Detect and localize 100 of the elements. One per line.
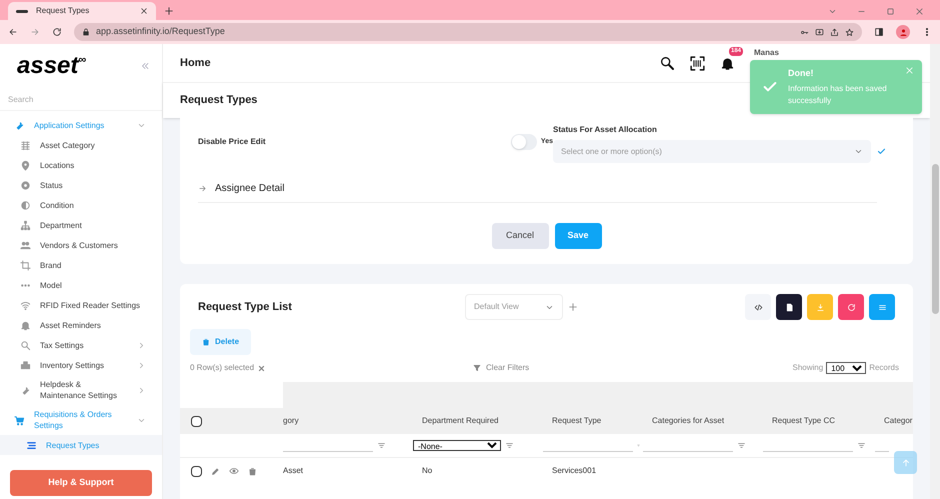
nav-item[interactable]: Brand <box>0 255 162 275</box>
chevron-down-icon <box>828 7 837 16</box>
document-button[interactable] <box>776 294 802 320</box>
install-icon <box>815 28 824 36</box>
back-arrow-icon <box>8 27 18 37</box>
filter-icon <box>473 364 482 372</box>
browser-tab[interactable]: Request Types <box>8 2 156 20</box>
trash-icon[interactable] <box>248 466 257 476</box>
toast-message: Information has been saved successfully <box>788 83 888 108</box>
nav-item[interactable]: Locations <box>0 155 162 175</box>
logo-mark: ∞ <box>78 53 86 66</box>
bell-icon[interactable] <box>720 56 735 70</box>
column-header[interactable]: Department Required <box>410 415 540 427</box>
favicon-icon <box>16 10 28 12</box>
hierarchy-icon <box>20 220 31 230</box>
grid-icon <box>20 140 31 150</box>
column-header[interactable]: Categories for Asset <box>640 415 760 427</box>
bell-icon <box>20 320 31 330</box>
nav-item[interactable]: Asset Reminders <box>0 315 162 335</box>
boxes-icon <box>20 360 31 370</box>
filter-icon[interactable] <box>857 441 866 450</box>
arrow-up-icon <box>900 458 910 468</box>
crop-icon <box>20 260 31 270</box>
chevron-down-icon <box>854 147 863 156</box>
select-all-checkbox[interactable] <box>191 416 202 426</box>
filter-icon[interactable] <box>737 441 746 450</box>
forward-arrow-icon <box>30 27 40 37</box>
person-icon <box>898 28 908 36</box>
plus-icon <box>568 302 578 312</box>
section-header[interactable]: Assignee Detail <box>198 181 877 203</box>
table-cell: Services001 <box>552 466 596 475</box>
wifi-icon <box>20 300 31 310</box>
nav-item[interactable]: RFID Fixed Reader Settings <box>0 295 162 315</box>
filter-settings-button[interactable] <box>869 294 895 320</box>
users-icon <box>20 240 31 250</box>
table-cell: No <box>422 466 432 475</box>
column-header[interactable]: Categor <box>872 415 912 427</box>
page-size-select[interactable]: 100 <box>826 362 866 374</box>
column-header[interactable]: Request Type CC <box>760 415 872 427</box>
barcode-scan-icon[interactable] <box>689 54 706 72</box>
side-panel-icon <box>874 27 884 37</box>
showing-label: Showing <box>792 362 824 374</box>
share-icon <box>830 28 839 36</box>
url-text: app.assetinfinity.io/RequestType <box>96 25 226 38</box>
search-icon[interactable] <box>659 55 675 71</box>
nav-item[interactable]: Condition <box>0 195 162 215</box>
cart-icon <box>14 414 25 426</box>
nav-item[interactable]: Asset Category <box>0 135 162 155</box>
collapse-icon[interactable] <box>140 61 150 71</box>
page-title: Request Types <box>180 93 258 108</box>
nav-item[interactable]: Status <box>0 175 162 195</box>
filter-icon[interactable] <box>377 441 386 450</box>
row-checkbox[interactable] <box>191 466 202 476</box>
cancel-button[interactable]: Cancel <box>492 223 548 249</box>
refresh-button[interactable] <box>838 294 864 320</box>
download-icon <box>816 302 824 312</box>
field-label: Disable Price Edit <box>198 136 267 148</box>
circle-icon <box>20 180 31 190</box>
records-label: Records <box>869 362 899 374</box>
field-label: Status For Asset Allocation <box>553 124 658 136</box>
maximize-icon <box>886 7 895 16</box>
nav-item[interactable]: Model <box>0 275 162 295</box>
page-header-title: Home <box>180 56 211 71</box>
code-button[interactable] <box>745 294 771 320</box>
half-circle-icon <box>20 200 31 210</box>
toggle-switch[interactable] <box>510 134 537 150</box>
nav-item[interactable]: Helpdesk & Maintenance Settings <box>0 375 162 405</box>
search-icon <box>20 340 31 350</box>
code-icon <box>754 302 762 312</box>
user-name: Manas <box>754 47 779 59</box>
trash-icon <box>202 338 210 346</box>
column-header[interactable]: gory <box>283 415 410 427</box>
lock-icon <box>82 28 90 36</box>
eye-icon[interactable] <box>229 466 239 476</box>
clear-icon[interactable] <box>258 364 266 372</box>
filter-settings-icon <box>878 302 886 312</box>
nav-item[interactable]: Inventory Settings <box>0 355 162 375</box>
table-cell: Asset <box>283 466 304 475</box>
wrench-icon <box>14 120 25 130</box>
location-pin-icon <box>20 160 31 170</box>
check-icon <box>877 147 886 156</box>
close-icon <box>140 7 148 15</box>
nav-item[interactable]: Vendors & Customers <box>0 235 162 255</box>
filter-select[interactable]: -None- <box>413 440 501 451</box>
search-field[interactable]: Search <box>8 88 154 110</box>
clear-filters-button[interactable]: Clear Filters <box>473 362 530 374</box>
profile-avatar[interactable] <box>896 25 910 39</box>
logo: asset <box>17 54 78 78</box>
nav-item[interactable]: Tax Settings <box>0 335 162 355</box>
filter-icon[interactable] <box>505 441 514 450</box>
scrollbar[interactable] <box>930 44 940 499</box>
tab-title: Request Types <box>36 5 90 17</box>
document-icon <box>784 302 794 312</box>
refresh-icon <box>846 302 856 312</box>
arrow-right-icon <box>198 184 207 193</box>
column-header[interactable]: Request Type <box>540 415 640 427</box>
pencil-icon[interactable] <box>211 466 220 476</box>
reload-icon <box>52 27 62 37</box>
address-bar[interactable]: app.assetinfinity.io/RequestType <box>74 23 862 41</box>
nav-item[interactable]: Department <box>0 215 162 235</box>
